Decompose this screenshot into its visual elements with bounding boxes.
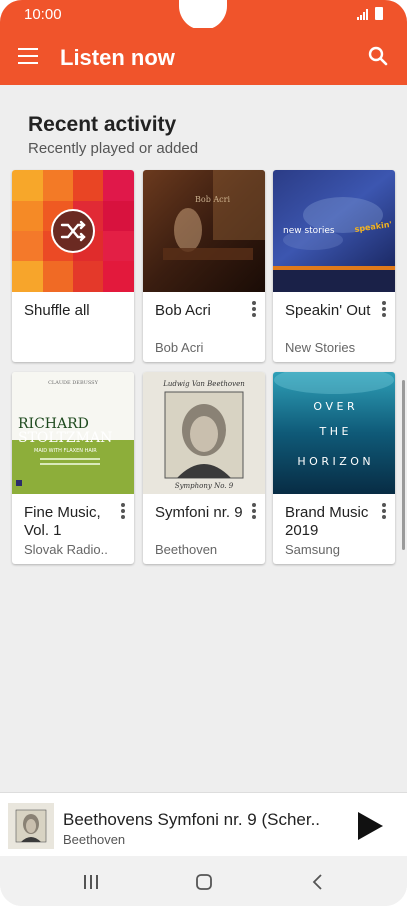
album-art-speakin-out: new stories speakin': [273, 170, 395, 292]
status-time: 10:00: [24, 6, 62, 23]
card-subtitle: Samsung: [285, 542, 340, 557]
card-title: Bob Acri: [155, 302, 211, 319]
more-options-icon[interactable]: [120, 502, 126, 522]
more-options-icon[interactable]: [381, 502, 387, 522]
card-title: Brand Music 2019: [285, 504, 369, 539]
card-symfoni-nr9[interactable]: Ludwig Van Beethoven Symphony No. 9 Symf…: [143, 372, 265, 564]
recent-apps-icon[interactable]: [81, 872, 101, 892]
search-icon[interactable]: [367, 45, 389, 67]
battery-icon: [375, 7, 383, 20]
more-options-icon[interactable]: [251, 502, 257, 522]
card-fine-music[interactable]: CLAUDE DEBUSSY RICHARD STOLTZMAN MAID WI…: [12, 372, 134, 564]
system-nav-bar: [0, 856, 407, 906]
now-playing-artist: Beethoven: [63, 832, 126, 847]
svg-text:O V E R: O V E R: [313, 400, 355, 413]
svg-text:Bob Acri: Bob Acri: [195, 195, 230, 204]
album-art-over-the-horizon: O V E R T H E H O R I Z O N: [273, 372, 395, 494]
svg-text:T H E: T H E: [319, 425, 349, 438]
card-subtitle: Bob Acri: [155, 340, 204, 355]
mini-player[interactable]: Beethovens Symfoni nr. 9 (Scher.. Beetho…: [0, 792, 407, 857]
now-playing-art: [8, 803, 54, 849]
card-subtitle: Beethoven: [155, 542, 218, 557]
home-icon[interactable]: [194, 872, 214, 892]
main-content: Recent activity Recently played or added: [0, 85, 407, 792]
album-art-bob-acri: Bob Acri: [143, 170, 265, 292]
section-subtitle: Recently played or added: [28, 140, 199, 157]
signal-icon: [357, 9, 368, 20]
scrollbar[interactable]: [402, 380, 405, 550]
album-art-symfoni: Ludwig Van Beethoven Symphony No. 9: [143, 372, 265, 494]
card-title: Shuffle all: [24, 302, 90, 319]
card-brand-music[interactable]: O V E R T H E H O R I Z O N Brand Music …: [273, 372, 395, 564]
svg-text:CLAUDE DEBUSSY: CLAUDE DEBUSSY: [48, 380, 99, 386]
shuffle-art: [12, 170, 134, 292]
back-icon[interactable]: [308, 872, 328, 892]
card-title: Fine Music, Vol. 1: [24, 504, 101, 539]
card-title: Speakin' Out: [285, 302, 371, 319]
svg-text:Symphony No. 9: Symphony No. 9: [175, 482, 234, 490]
now-playing-title: Beethovens Symfoni nr. 9 (Scher..: [63, 810, 321, 829]
more-options-icon[interactable]: [381, 300, 387, 320]
card-speakin-out[interactable]: new stories speakin' Speakin' Out New St…: [273, 170, 395, 362]
svg-text:Ludwig Van Beethoven: Ludwig Van Beethoven: [162, 380, 245, 388]
more-options-icon[interactable]: [251, 300, 257, 320]
app-bar: Listen now: [0, 28, 407, 85]
page-title: Listen now: [60, 45, 175, 70]
card-subtitle: New Stories: [285, 340, 356, 355]
svg-text:STOLTZMAN: STOLTZMAN: [18, 430, 112, 446]
card-bob-acri[interactable]: Bob Acri Bob Acri Bob Acri: [143, 170, 265, 362]
svg-text:MAID WITH FLAXEN HAIR: MAID WITH FLAXEN HAIR: [34, 448, 97, 454]
album-art-fine-music: CLAUDE DEBUSSY RICHARD STOLTZMAN MAID WI…: [12, 372, 134, 494]
status-bar: 10:00: [0, 0, 407, 30]
camera-notch: [179, 0, 227, 30]
card-subtitle: Slovak Radio..: [24, 542, 108, 557]
card-title: Symfoni nr. 9: [155, 504, 243, 521]
phone-screen: 10:00 Listen now Recent activity Recentl…: [0, 0, 407, 906]
play-icon[interactable]: [355, 810, 385, 842]
section-title: Recent activity: [28, 113, 177, 136]
svg-text:H O R I Z O N: H O R I Z O N: [297, 455, 370, 468]
svg-text:new stories: new stories: [283, 226, 335, 236]
menu-icon[interactable]: [18, 48, 38, 64]
card-shuffle-all[interactable]: Shuffle all: [12, 170, 134, 362]
